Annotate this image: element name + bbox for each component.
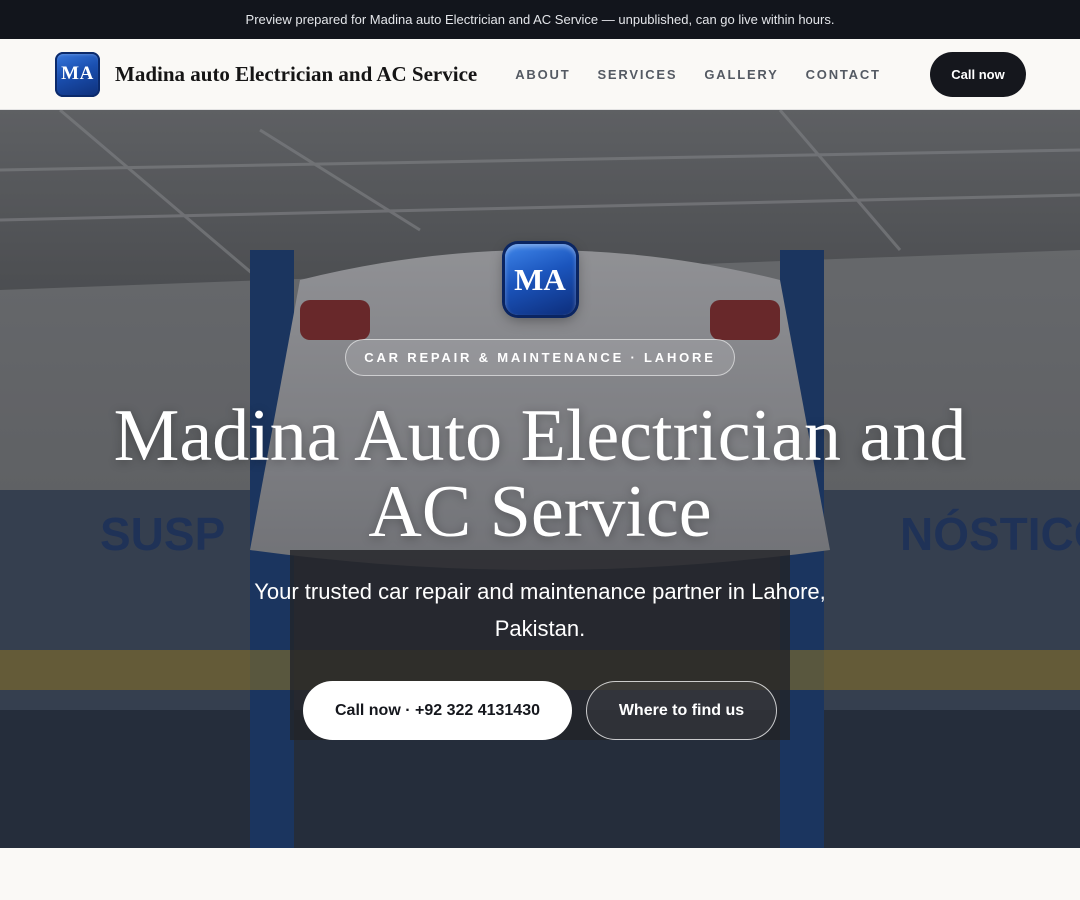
logo-badge: MA — [55, 51, 100, 97]
call-phone-button[interactable]: Call now · +92 322 4131430 — [303, 681, 572, 740]
call-now-button[interactable]: Call now — [930, 51, 1026, 97]
nav-link-services[interactable]: SERVICES — [597, 67, 677, 82]
hero-title: Madina Auto Electrician and AC Service — [113, 395, 967, 553]
hero-tagline-pill: CAR REPAIR & MAINTENANCE · LAHORE — [345, 339, 735, 376]
hero-logo-badge: MA — [504, 244, 576, 315]
brand-link[interactable]: MA Madina auto Electrician and AC Servic… — [55, 51, 478, 97]
hero-subtitle: Your trusted car repair and maintenance … — [254, 579, 826, 641]
preview-banner: Preview prepared for Madina auto Electri… — [0, 0, 1080, 39]
hero-content: MA CAR REPAIR & MAINTENANCE · LAHORE Mad… — [0, 110, 1080, 848]
nav-link-about[interactable]: ABOUT — [515, 67, 570, 82]
next-section — [0, 848, 1080, 900]
site-header: MA Madina auto Electrician and AC Servic… — [0, 39, 1080, 110]
preview-banner-text: Preview prepared for Madina auto Electri… — [245, 12, 835, 27]
nav-link-gallery[interactable]: GALLERY — [704, 67, 778, 82]
main-nav: ABOUT SERVICES GALLERY CONTACT — [515, 67, 881, 82]
hero-section: SUSP NÓSTICO MA CAR REPAIR & MAINTENANCE… — [0, 110, 1080, 848]
nav-link-contact[interactable]: CONTACT — [806, 67, 881, 82]
hero-actions: Call now · +92 322 4131430 Where to find… — [303, 681, 777, 740]
hero-logo-text: MA — [514, 261, 566, 297]
brand-name: Madina auto Electrician and AC Service — [115, 61, 478, 86]
find-us-button[interactable]: Where to find us — [586, 681, 777, 740]
logo-text: MA — [61, 63, 94, 84]
